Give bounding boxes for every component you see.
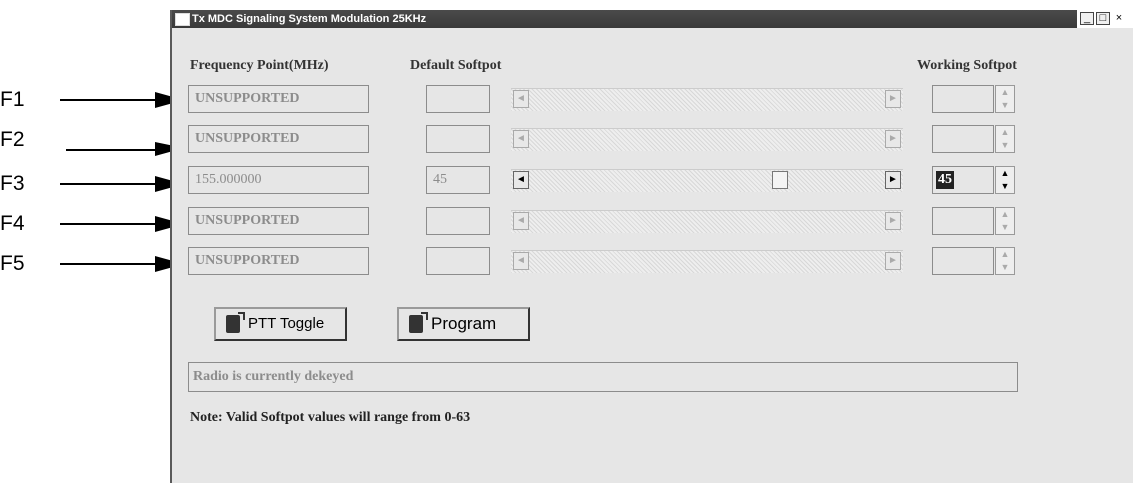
ptt-toggle-button[interactable]: PTT Toggle (214, 307, 347, 341)
default-softpot-field (426, 247, 490, 275)
slider-track[interactable] (511, 169, 903, 192)
slider-track[interactable] (511, 250, 903, 273)
radio-icon (226, 312, 245, 333)
scroll-right-icon[interactable]: ► (885, 252, 901, 270)
window-controls: _ □ × (1077, 10, 1133, 28)
spin-down-icon[interactable]: ▼ (996, 99, 1014, 112)
arrow-right-icon (60, 256, 184, 272)
window-icon (175, 13, 190, 26)
scroll-right-icon[interactable]: ► (885, 130, 901, 148)
working-softpot-value: 45 (936, 171, 954, 189)
callout-f2: F2 (0, 128, 184, 158)
scroll-left-icon[interactable]: ◄ (513, 171, 529, 189)
arrow-right-icon (60, 92, 184, 108)
callout-label: F1 (0, 88, 25, 111)
callout-f5: F5 (0, 252, 184, 282)
default-softpot-header: Default Softpot (410, 58, 502, 73)
softpot-spinner[interactable]: ▲ ▼ (995, 247, 1015, 275)
window-title: Tx MDC Signaling System Modulation 25KHz (192, 13, 427, 25)
frequency-field: UNSUPPORTED (188, 85, 369, 113)
callout-label: F2 (0, 128, 25, 151)
arrow-right-icon (60, 176, 184, 192)
slider-track[interactable] (511, 128, 903, 151)
frequency-field: UNSUPPORTED (188, 125, 369, 153)
callout-label: F5 (0, 252, 25, 275)
spin-down-icon[interactable]: ▼ (996, 261, 1014, 274)
softpot-spinner[interactable]: ▲ ▼ (995, 85, 1015, 113)
spin-up-icon[interactable]: ▲ (996, 86, 1014, 99)
maximize-button[interactable]: □ (1096, 12, 1110, 25)
spin-down-icon[interactable]: ▼ (996, 139, 1014, 152)
arrow-right-icon (66, 142, 184, 156)
working-softpot-input[interactable] (932, 247, 994, 275)
callout-label: F3 (0, 172, 25, 195)
default-softpot-field (426, 125, 490, 153)
scroll-right-icon[interactable]: ► (885, 212, 901, 230)
softpot-spinner[interactable]: ▲ ▼ (995, 166, 1015, 194)
close-button[interactable]: × (1112, 12, 1126, 25)
softpot-slider[interactable]: ◄ ► (511, 169, 903, 192)
slider-track[interactable] (511, 88, 903, 111)
arrow-right-icon (60, 216, 184, 232)
spin-up-icon[interactable]: ▲ (996, 167, 1014, 180)
working-softpot-input[interactable] (932, 207, 994, 235)
frequency-field: 155.000000 (188, 166, 369, 194)
radio-icon (409, 312, 428, 333)
callout-f3: F3 (0, 172, 184, 202)
working-softpot-input[interactable]: 45 (932, 166, 994, 194)
softpot-slider[interactable]: ◄ ► (511, 210, 903, 233)
default-softpot-field: 45 (426, 166, 490, 194)
softpot-spinner[interactable]: ▲ ▼ (995, 207, 1015, 235)
spin-up-icon[interactable]: ▲ (996, 126, 1014, 139)
spin-down-icon[interactable]: ▼ (996, 180, 1014, 193)
callout-f4: F4 (0, 212, 184, 242)
default-softpot-field (426, 85, 490, 113)
softpot-slider[interactable]: ◄ ► (511, 250, 903, 273)
softpot-spinner[interactable]: ▲ ▼ (995, 125, 1015, 153)
scroll-right-icon[interactable]: ► (885, 171, 901, 189)
ptt-toggle-label: PTT Toggle (248, 315, 325, 332)
frequency-field: UNSUPPORTED (188, 207, 369, 235)
default-softpot-field (426, 207, 490, 235)
spin-up-icon[interactable]: ▲ (996, 248, 1014, 261)
program-label: Program (431, 314, 497, 333)
working-softpot-input[interactable] (932, 85, 994, 113)
slider-thumb[interactable] (771, 171, 788, 189)
softpot-slider[interactable]: ◄ ► (511, 128, 903, 151)
spin-up-icon[interactable]: ▲ (996, 208, 1014, 221)
spin-down-icon[interactable]: ▼ (996, 221, 1014, 234)
frequency-header: Frequency Point(MHz) (190, 58, 329, 73)
status-field: Radio is currently dekeyed (188, 362, 1018, 392)
slider-track[interactable] (511, 210, 903, 233)
scroll-left-icon[interactable]: ◄ (513, 90, 529, 108)
callout-label: F4 (0, 212, 25, 235)
softpot-window: Tx MDC Signaling System Modulation 25KHz… (170, 10, 1133, 483)
scroll-right-icon[interactable]: ► (885, 90, 901, 108)
program-button[interactable]: Program (397, 307, 530, 341)
minimize-button[interactable]: _ (1080, 12, 1094, 25)
working-softpot-header: Working Softpot (917, 58, 1017, 73)
callout-f1: F1 (0, 88, 184, 118)
working-softpot-input[interactable] (932, 125, 994, 153)
note-text: Note: Valid Softpot values will range fr… (190, 410, 471, 425)
title-bar[interactable]: Tx MDC Signaling System Modulation 25KHz… (172, 10, 1133, 28)
scroll-left-icon[interactable]: ◄ (513, 212, 529, 230)
softpot-slider[interactable]: ◄ ► (511, 88, 903, 111)
frequency-field: UNSUPPORTED (188, 247, 369, 275)
scroll-left-icon[interactable]: ◄ (513, 252, 529, 270)
scroll-left-icon[interactable]: ◄ (513, 130, 529, 148)
